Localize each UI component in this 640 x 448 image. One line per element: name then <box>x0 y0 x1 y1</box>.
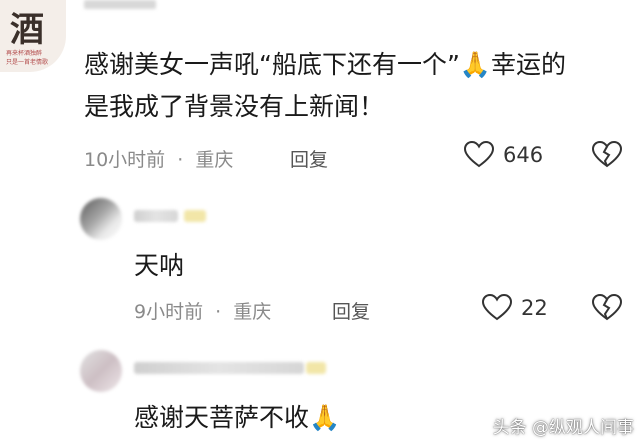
like-button[interactable] <box>463 140 495 173</box>
like-count: 22 <box>521 296 548 320</box>
watermark: 头条 @纵观人间事 <box>492 418 634 438</box>
dislike-button[interactable] <box>591 293 623 326</box>
meta-separator: · <box>215 301 222 323</box>
avatar-caption: 只是一首老情歌 <box>6 59 49 66</box>
reply-button[interactable]: 回复 <box>332 297 370 324</box>
like-count: 646 <box>503 143 544 167</box>
comment-text: 感谢美女一声吼“船底下还有一个”🙏幸运的是我成了背景没有上新闻！ <box>84 50 567 121</box>
heart-outline-icon <box>463 140 495 168</box>
avatar[interactable]: 酒 再来杯酒独醉 只是一首老情歌 <box>0 0 66 72</box>
heart-outline-icon <box>481 293 513 321</box>
username-blurred[interactable] <box>134 210 178 222</box>
broken-heart-icon <box>591 140 623 168</box>
comment-time: 10小时前 <box>84 149 166 171</box>
comment-location: 重庆 <box>195 149 234 171</box>
comment-text: 天呐 <box>134 251 185 280</box>
comment-time: 9小时前 <box>134 301 204 323</box>
avatar-glyph: 酒 <box>10 10 44 50</box>
reply-button[interactable]: 回复 <box>290 145 328 172</box>
comment-meta: 9小时前 · 重庆 <box>134 297 271 324</box>
username-blurred[interactable] <box>134 362 304 374</box>
comment-text: 感谢天菩萨不收🙏 <box>134 403 341 432</box>
comment-meta: 10小时前 · 重庆 <box>84 145 233 172</box>
avatar[interactable] <box>80 350 122 392</box>
username-blurred[interactable] <box>84 0 156 9</box>
avatar[interactable] <box>80 198 122 240</box>
broken-heart-icon <box>591 293 623 321</box>
meta-separator: · <box>177 149 184 171</box>
dislike-button[interactable] <box>591 140 623 173</box>
like-button[interactable] <box>481 293 513 326</box>
user-badge <box>306 362 326 374</box>
avatar-caption: 再来杯酒独醉 <box>6 50 43 57</box>
user-badge <box>184 210 206 222</box>
comment-location: 重庆 <box>233 301 272 323</box>
